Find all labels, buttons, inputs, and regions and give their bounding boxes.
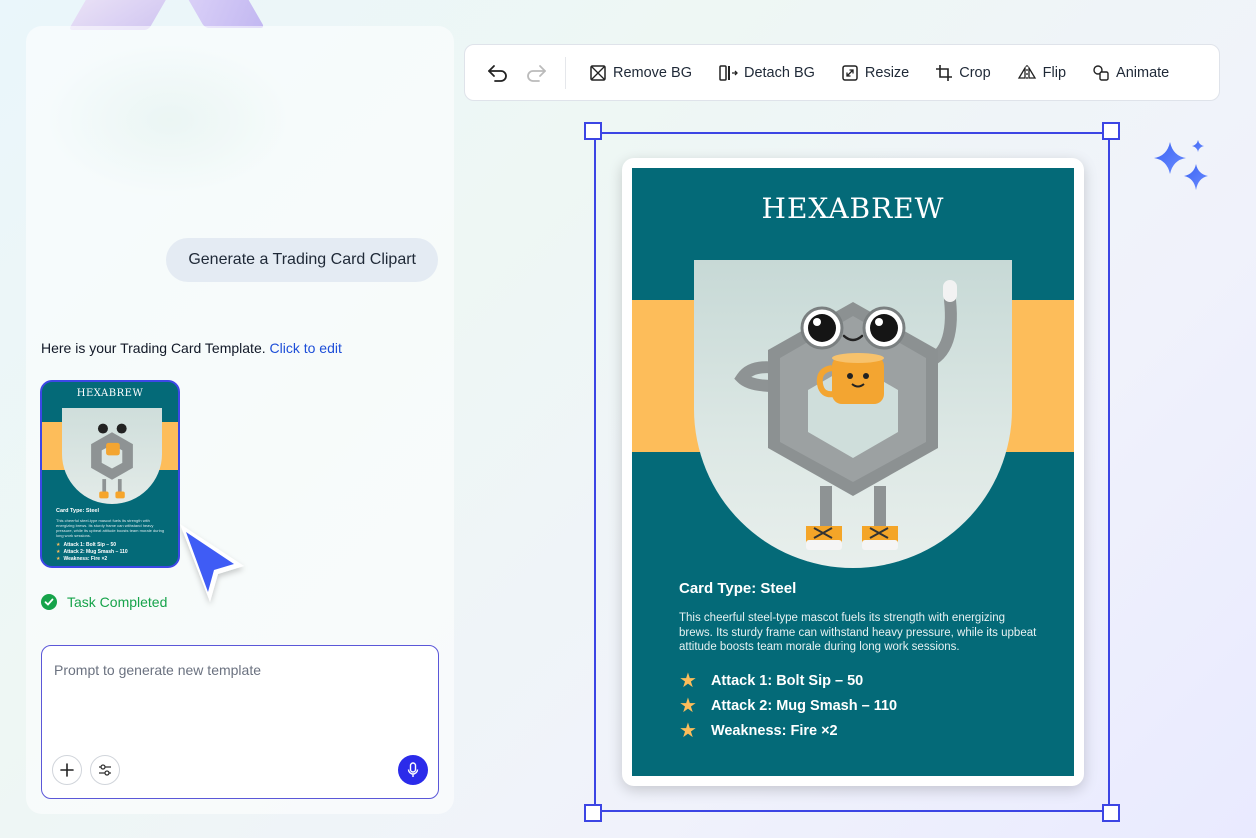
thumbnail-description: This cheerful steel-type mascot fuels it… [56, 518, 165, 538]
remove-bg-icon [590, 64, 606, 81]
resize-handle-bottom-right[interactable] [1102, 804, 1120, 822]
voice-input-button[interactable] [398, 755, 428, 785]
resize-handle-top-left[interactable] [584, 122, 602, 140]
undo-button[interactable] [483, 58, 513, 88]
editor-toolbar: Remove BG Detach BG Resize Crop Flip Ani… [464, 44, 1220, 101]
star-icon: ★ [56, 542, 61, 548]
sliders-icon [99, 764, 111, 776]
star-icon: ★ [56, 556, 61, 562]
microphone-icon [407, 762, 419, 777]
cursor-arrow-icon [180, 524, 244, 602]
resize-handle-bottom-left[interactable] [584, 804, 602, 822]
thumbnail-mascot-image [62, 408, 162, 504]
reply-text: Here is your Trading Card Template. [41, 340, 266, 356]
animate-icon [1093, 64, 1109, 81]
flip-label: Flip [1042, 64, 1067, 81]
star-icon: ★ [56, 549, 61, 555]
resize-label: Resize [864, 64, 910, 81]
detach-bg-label: Detach BG [743, 64, 815, 81]
redo-icon [527, 64, 546, 82]
thumbnail-stat: ★ Attack 1: Bolt Sip – 50 [56, 542, 116, 548]
resize-icon [842, 64, 858, 81]
click-to-edit-link[interactable]: Click to edit [270, 340, 342, 356]
check-circle-icon [41, 594, 57, 610]
resize-handle-top-right[interactable] [1102, 122, 1120, 140]
thumbnail-title: HEXABREW [76, 388, 144, 399]
task-status: Task Completed [41, 594, 167, 610]
animate-label: Animate [1116, 64, 1170, 81]
redo-button[interactable] [521, 58, 551, 88]
undo-icon [488, 64, 507, 82]
template-thumbnail[interactable]: HEXABREW Card Type: Steel This cheerful … [40, 380, 180, 568]
remove-bg-label: Remove BG [613, 64, 692, 81]
crop-label: Crop [959, 64, 991, 81]
toolbar-divider [565, 56, 566, 89]
prompt-box [41, 645, 439, 799]
detach-bg-icon [719, 64, 738, 81]
thumbnail-stat: ★ Weakness: Fire ×2 [56, 556, 108, 562]
sparkle-icon [1154, 140, 1208, 190]
task-status-label: Task Completed [67, 594, 168, 610]
animate-button[interactable]: Animate [1079, 55, 1182, 91]
user-message: Generate a Trading Card Clipart [166, 238, 438, 282]
mascot-illustration [91, 423, 133, 499]
thumbnail-info: Card Type: Steel This cheerful steel-typ… [56, 508, 168, 563]
thumbnail-type: Card Type: Steel [56, 508, 99, 514]
decorative-shape [185, 0, 265, 28]
thumbnail-stat: ★ Attack 2: Mug Smash – 110 [56, 549, 128, 555]
settings-button[interactable] [90, 755, 120, 785]
prompt-input[interactable] [52, 660, 426, 734]
resize-button[interactable]: Resize [828, 55, 922, 91]
flip-icon [1017, 64, 1036, 81]
add-attachment-button[interactable] [52, 755, 82, 785]
assistant-reply: Here is your Trading Card Template. Clic… [41, 340, 342, 356]
crop-button[interactable]: Crop [922, 55, 1003, 91]
remove-bg-button[interactable]: Remove BG [576, 55, 705, 91]
chat-panel: Generate a Trading Card Clipart Here is … [26, 26, 454, 814]
detach-bg-button[interactable]: Detach BG [705, 55, 828, 91]
crop-icon [936, 64, 953, 81]
selection-box [584, 122, 1120, 822]
plus-icon [60, 763, 74, 777]
flip-button[interactable]: Flip [1004, 55, 1079, 91]
